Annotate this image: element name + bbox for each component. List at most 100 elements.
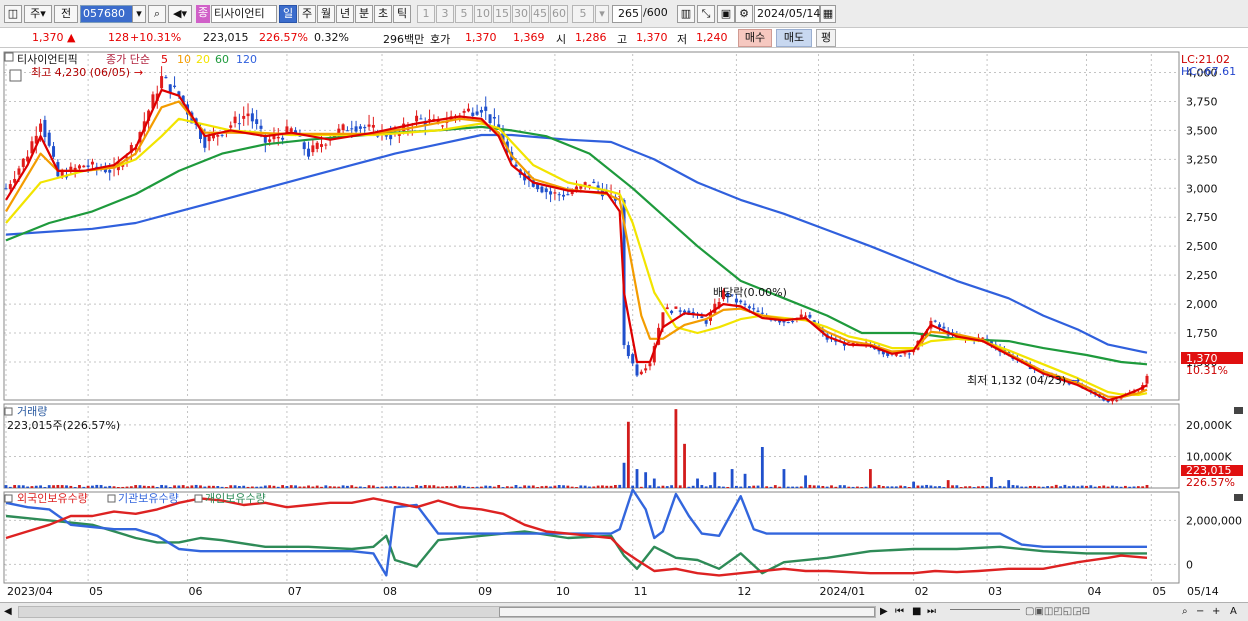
candle-body [743,303,747,305]
volume-bar [981,485,985,488]
candle-body [938,324,942,328]
volume-bar [994,486,998,488]
volume-bar [527,485,531,488]
candle-body [562,194,566,197]
first-page-icon[interactable]: ⏮ [895,605,909,619]
volume-bar [484,485,488,488]
stock-chart[interactable]: 1,5001,7502,0002,2502,5002,7503,0003,250… [0,0,1248,621]
candle-body [60,171,64,176]
volume-bar [1145,484,1149,488]
volume-bar [825,486,829,488]
volume-bar [713,472,717,488]
volume-bar [644,472,648,488]
candle-body [354,126,358,132]
volume-bar [203,486,207,488]
volume-panel-menu-icon[interactable] [4,407,13,416]
volume-bar [1028,485,1032,488]
volume-bar [773,485,777,488]
candle-body [90,161,94,165]
volume-bar [311,486,315,488]
volume-bar [964,486,967,488]
scroll-left-icon[interactable]: ◀ [4,605,16,619]
volume-bar [324,485,328,488]
candle-body [639,371,643,375]
volume-bar [938,486,941,488]
candle-body [237,123,241,125]
volume-bar [765,486,769,488]
volume-bar [104,486,107,488]
price-tick-label: 2,500 [1186,240,1218,253]
volume-bar [553,485,557,488]
volume-bar [402,486,406,488]
scrollbar-track[interactable] [18,606,876,618]
scroll-right-icon[interactable]: ▶ [880,605,892,619]
volume-panel-close-icon[interactable] [1234,407,1243,414]
holding-panel-menu-icon[interactable] [4,494,13,503]
volume-bar [544,485,548,488]
last-page-icon[interactable]: ⏭ [927,605,941,619]
panel-menu-icon[interactable] [4,52,14,62]
volume-tag-rate: 226.57% [1186,476,1235,489]
volume-bar [82,486,86,488]
candle-body [488,114,492,123]
candle-body [1115,400,1119,402]
volume-bar [26,486,30,488]
scrollbar-thumb[interactable] [499,607,875,617]
candle-body [479,110,483,113]
volume-bar [843,485,846,488]
candle-body [86,165,90,167]
x-axis-label: 09 [478,585,492,598]
candle-body [786,322,790,324]
volume-bar [354,486,358,488]
volume-bar [752,485,756,488]
volume-bar [881,486,885,488]
zoom-slider[interactable] [950,609,1020,613]
zoom-out-icon[interactable]: ⌕ [1182,605,1194,619]
volume-bar [17,485,21,488]
text-size-icon[interactable]: A [1230,605,1242,619]
grid-toggle-icon[interactable] [9,69,22,82]
volume-bar [977,486,980,488]
volume-bar [1063,484,1067,488]
plus-icon[interactable]: + [1212,605,1224,619]
holding-panel-close-icon[interactable] [1234,494,1243,501]
volume-bar [1085,485,1088,488]
candle-body [160,76,164,89]
candle-body [665,307,669,310]
volume-bar [860,487,864,488]
volume-bar [683,443,686,488]
candle-body [220,134,224,136]
volume-bar [436,486,440,488]
candle-body [43,119,47,138]
volume-bar [173,485,176,488]
volume-bar [69,485,73,488]
low-note: 최저 1,132 (04/23) [967,374,1066,387]
volume-bar [341,485,345,488]
ma60-line [5,125,1148,366]
stop-icon[interactable]: ■ [912,605,924,619]
volume-bar [933,486,937,488]
volume-bar [1123,485,1127,488]
volume-bar [250,486,254,488]
volume-bar [142,485,146,488]
minus-icon[interactable]: − [1196,605,1208,619]
volume-bar [696,478,699,488]
volume-bar [52,485,55,488]
candle-body [415,115,419,122]
volume-bar [868,469,872,488]
candle-body [345,130,349,132]
volume-bar [946,480,950,488]
volume-bar [1002,486,1006,488]
volume-bar [760,447,764,488]
volume-bar [756,485,760,488]
view-tools-icons[interactable]: ▢▣◫◰◱◲⊡ [1025,605,1175,619]
candle-body [471,112,475,116]
volume-bar [367,485,371,488]
candle-body [747,306,751,309]
price-tick-label: 3,250 [1186,153,1218,166]
candle-body [739,300,743,303]
volume-bar [60,485,64,488]
candle-body [242,115,246,119]
volume-bar [259,486,263,488]
volume-bar [847,486,851,488]
